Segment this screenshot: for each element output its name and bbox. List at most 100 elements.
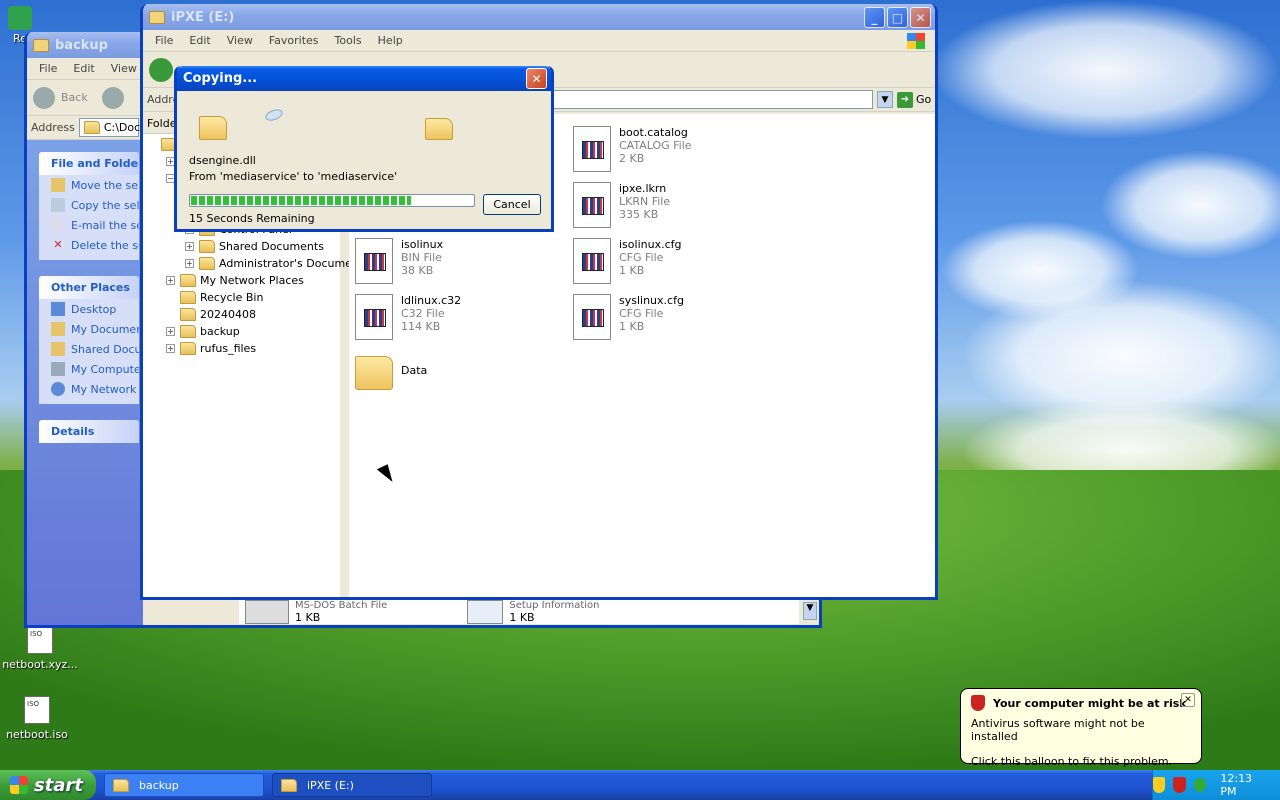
task-label: E-mail the sel [71, 218, 139, 232]
expand-toggle-icon[interactable]: + [166, 327, 175, 336]
expand-toggle-icon[interactable]: + [166, 276, 175, 285]
place-label: My Document [71, 322, 139, 336]
tree-item-label: Administrator's Documents [219, 257, 369, 270]
desktop-icon-netboot-xyz[interactable]: netboot.xyz... [0, 626, 80, 671]
menu-edit[interactable]: Edit [181, 34, 218, 47]
file-detail: 38 KB [401, 264, 434, 277]
network-icon [51, 382, 65, 396]
folder-icon [51, 322, 65, 336]
file-text: syslinux.cfg CFG File 1 KB [619, 294, 684, 333]
minimize-button[interactable]: _ [864, 7, 885, 28]
place-label: Shared Docu [71, 342, 139, 356]
windows-logo-icon [907, 33, 925, 49]
delete-icon: ✕ [53, 238, 63, 251]
start-button[interactable]: start [0, 770, 96, 800]
close-button[interactable]: ✕ [910, 7, 931, 28]
iso-file-icon [27, 626, 53, 654]
tree-item[interactable]: + Administrator's Documents [143, 255, 369, 272]
menu-edit[interactable]: Edit [65, 62, 102, 75]
menu-favorites[interactable]: Favorites [261, 34, 327, 47]
scroll-down-button[interactable]: ▼ [803, 602, 817, 620]
menu-help[interactable]: Help [370, 34, 411, 47]
address-input[interactable]: C:\Docu [78, 118, 147, 137]
back-button[interactable]: Back [61, 91, 88, 104]
task-pane-title[interactable]: Other Places [39, 276, 139, 299]
task-pane-title[interactable]: Details [39, 420, 139, 443]
file-detail: CFG File [619, 251, 664, 264]
folder-icon [149, 10, 165, 24]
maximize-button[interactable]: □ [887, 7, 908, 28]
task-label: Delete the se [71, 238, 139, 252]
place-my-network[interactable]: My Network P [39, 379, 139, 404]
menu-tools[interactable]: Tools [327, 34, 370, 47]
file-detail: LKRN File [619, 195, 671, 208]
taskbar-item-backup[interactable]: backup [104, 773, 264, 797]
menu-view[interactable]: View [219, 34, 261, 47]
task-pane-title[interactable]: File and Folder T [39, 152, 139, 175]
task-copy[interactable]: Copy the sele [39, 195, 139, 215]
tree-item-label: Recycle Bin [200, 291, 264, 304]
file-detail: 2 KB [619, 152, 645, 165]
file-detail: 1 KB [619, 320, 645, 333]
iso-file-icon [24, 696, 50, 724]
copy-dialog-title-bar[interactable]: Copying... ✕ [177, 66, 551, 91]
file-detail: CATALOG File [619, 139, 692, 152]
tree-item[interactable]: 20240408 [143, 306, 340, 323]
desktop-icon-netboot-iso[interactable]: netboot.iso [0, 696, 74, 741]
file-item[interactable]: boot.catalog CATALOG File 2 KB [573, 126, 692, 172]
menu-view[interactable]: View [103, 62, 145, 75]
network-icon[interactable] [1193, 778, 1207, 792]
back-arrow-icon[interactable] [149, 57, 173, 82]
address-label: Address [31, 121, 75, 134]
tree-item[interactable]: + My Network Places [143, 272, 340, 289]
task-delete[interactable]: ✕ Delete the se [39, 235, 139, 260]
security-center-icon[interactable] [1153, 777, 1166, 793]
place-shared-documents[interactable]: Shared Docu [39, 339, 139, 359]
balloon-close-icon[interactable]: ✕ [1181, 693, 1195, 707]
cancel-button[interactable]: Cancel [483, 194, 541, 215]
expand-toggle-icon[interactable]: + [185, 242, 194, 251]
file-type: MS-DOS Batch File [295, 600, 388, 611]
address-dropdown-button[interactable]: ▼ [877, 91, 893, 108]
close-button[interactable]: ✕ [526, 68, 547, 89]
expand-toggle-icon[interactable]: + [166, 344, 175, 353]
task-email[interactable]: E-mail the sel [39, 215, 139, 235]
go-button[interactable]: ➜ Go [897, 90, 935, 109]
expand-toggle-icon[interactable]: + [185, 259, 194, 268]
file-item[interactable]: Data [355, 350, 427, 390]
tree-item[interactable]: Recycle Bin [143, 289, 340, 306]
file-item[interactable]: isolinux BIN File 38 KB [355, 238, 443, 284]
task-move[interactable]: Move the sele [39, 175, 139, 195]
tree-item-label: 20240408 [200, 308, 256, 321]
forward-arrow-icon[interactable] [101, 86, 124, 109]
security-balloon[interactable]: Your computer might be at risk ✕ Antivir… [960, 688, 1202, 768]
taskbar-item-ipxe[interactable]: iPXE (E:) [272, 773, 432, 797]
place-my-computer[interactable]: My Computer [39, 359, 139, 379]
ipxe-title-bar[interactable]: iPXE (E:) _ □ ✕ [143, 4, 935, 30]
menu-file[interactable]: File [147, 34, 181, 47]
back-arrow-icon[interactable] [33, 86, 55, 109]
file-size: 1 KB [509, 611, 535, 624]
file-detail: C32 File [401, 307, 445, 320]
file-item[interactable]: ipxe.lkrn LKRN File 335 KB [573, 182, 670, 228]
details-box: Details [39, 420, 139, 443]
tree-item-label: Shared Documents [219, 240, 324, 253]
menu-file[interactable]: File [31, 62, 65, 75]
file-item[interactable]: isolinux.cfg CFG File 1 KB [573, 238, 681, 284]
file-item[interactable]: ldlinux.c32 C32 File 114 KB [355, 294, 461, 340]
tree-item[interactable]: + Shared Documents [143, 238, 340, 255]
ipxe-menu-bar: File Edit View Favorites Tools Help [143, 30, 935, 52]
folder-icon [51, 342, 65, 356]
clock[interactable]: 12:13 PM [1220, 772, 1266, 798]
shield-alert-icon[interactable] [1173, 777, 1186, 793]
folder-icon [199, 240, 215, 253]
tree-item[interactable]: + backup [143, 323, 340, 340]
file-item[interactable]: syslinux.cfg CFG File 1 KB [573, 294, 684, 340]
tree-item[interactable]: + rufus_files [143, 340, 340, 357]
file-text: boot.catalog CATALOG File 2 KB [619, 126, 692, 165]
source-folder-icon [199, 116, 227, 140]
folder-icon [199, 257, 215, 270]
place-my-documents[interactable]: My Document [39, 319, 139, 339]
copy-dialog[interactable]: Copying... ✕ dsengine.dll From 'mediaser… [174, 66, 554, 232]
place-desktop[interactable]: Desktop [39, 299, 139, 319]
